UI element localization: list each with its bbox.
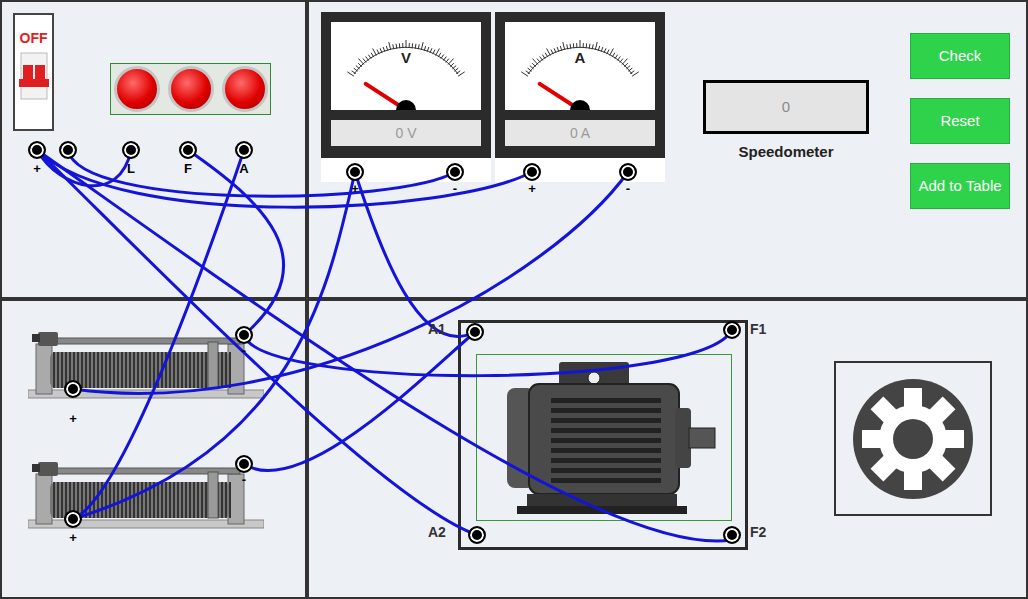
terminal-node: - bbox=[234, 326, 254, 357]
terminal-label: + bbox=[69, 531, 77, 544]
terminal-node: + bbox=[522, 163, 542, 195]
speedometer-display: 0 bbox=[703, 80, 869, 134]
indicator-lamp bbox=[114, 66, 160, 112]
terminal-label: A1 bbox=[428, 322, 446, 336]
wires bbox=[0, 0, 1028, 599]
wire[interactable] bbox=[188, 150, 284, 335]
gear-box bbox=[834, 361, 992, 516]
terminal-node: A bbox=[234, 141, 254, 175]
rheostat-icon bbox=[28, 454, 264, 536]
terminal-node: + bbox=[63, 380, 83, 425]
wire[interactable] bbox=[37, 150, 732, 541]
terminal-label: + bbox=[351, 182, 359, 195]
terminal-label: + bbox=[33, 162, 41, 175]
wire[interactable] bbox=[68, 150, 455, 196]
terminal-node: - bbox=[618, 163, 638, 195]
terminal[interactable] bbox=[64, 510, 82, 528]
terminal-label: - bbox=[242, 344, 246, 357]
terminal-label: - bbox=[626, 182, 630, 195]
terminal-node: F bbox=[178, 141, 198, 175]
terminal-label: + bbox=[528, 182, 536, 195]
motor-icon bbox=[489, 358, 719, 518]
terminal[interactable] bbox=[28, 141, 46, 159]
wire[interactable] bbox=[73, 150, 244, 519]
action-button[interactable]: Check bbox=[910, 33, 1010, 79]
wire[interactable] bbox=[355, 172, 475, 336]
terminal-label: F2 bbox=[750, 525, 766, 539]
terminal[interactable] bbox=[235, 141, 253, 159]
terminal[interactable] bbox=[446, 163, 464, 181]
ammeter: A 0 A bbox=[495, 12, 665, 182]
wire[interactable] bbox=[73, 172, 628, 393]
terminal-label: F1 bbox=[750, 322, 766, 336]
indicator-lamp bbox=[222, 66, 268, 112]
indicator-lamp bbox=[168, 66, 214, 112]
terminal-node bbox=[58, 141, 78, 162]
gear-icon bbox=[852, 378, 974, 500]
indicator-lamps bbox=[110, 63, 271, 115]
wire[interactable] bbox=[37, 150, 532, 207]
terminal[interactable] bbox=[59, 141, 77, 159]
terminal[interactable] bbox=[122, 141, 140, 159]
terminal[interactable] bbox=[64, 380, 82, 398]
terminal-node: + bbox=[345, 163, 365, 195]
wire[interactable] bbox=[244, 332, 475, 471]
meter-dial-icon bbox=[505, 22, 655, 110]
meter-reading: 0 A bbox=[505, 120, 655, 146]
terminal-label: L bbox=[127, 162, 135, 175]
wire[interactable] bbox=[244, 330, 732, 376]
terminal[interactable] bbox=[466, 323, 484, 341]
terminal[interactable] bbox=[235, 455, 253, 473]
terminal[interactable] bbox=[723, 321, 741, 339]
meter-symbol: V bbox=[331, 50, 481, 65]
terminal[interactable] bbox=[468, 526, 486, 544]
terminal[interactable] bbox=[179, 141, 197, 159]
voltmeter: V 0 V bbox=[321, 12, 491, 182]
switch-lever-icon bbox=[17, 51, 51, 101]
terminal-node: - bbox=[445, 163, 465, 195]
meter-dial-icon bbox=[331, 22, 481, 110]
rheostat-icon bbox=[28, 324, 264, 406]
speedometer-label: Speedometer bbox=[738, 141, 833, 164]
wire[interactable] bbox=[37, 150, 477, 535]
terminal-node: + bbox=[63, 510, 83, 544]
wire[interactable] bbox=[73, 172, 355, 519]
terminal-node: + bbox=[27, 141, 47, 175]
terminal[interactable] bbox=[723, 526, 741, 544]
motor bbox=[476, 354, 732, 521]
terminal[interactable] bbox=[346, 163, 364, 181]
terminal-label: - bbox=[242, 473, 246, 486]
terminal[interactable] bbox=[619, 163, 637, 181]
terminal-label: F bbox=[184, 162, 192, 175]
wire[interactable] bbox=[37, 150, 131, 186]
terminal[interactable] bbox=[523, 163, 541, 181]
terminal-label: A2 bbox=[428, 525, 446, 539]
speedometer: 0 Speedometer bbox=[703, 80, 869, 164]
meter-symbol: A bbox=[505, 50, 655, 65]
action-button[interactable]: Add to Table bbox=[910, 163, 1010, 209]
terminal-node: L bbox=[121, 141, 141, 175]
switch-label: OFF bbox=[20, 31, 48, 45]
terminal-label: - bbox=[453, 182, 457, 195]
action-button[interactable]: Reset bbox=[910, 98, 1010, 144]
terminal-label: + bbox=[69, 412, 77, 425]
power-switch[interactable]: OFF bbox=[13, 13, 54, 131]
terminal[interactable] bbox=[235, 326, 253, 344]
terminal-label: A bbox=[239, 162, 248, 175]
meter-reading: 0 V bbox=[331, 120, 481, 146]
terminal-node: - bbox=[234, 455, 254, 486]
